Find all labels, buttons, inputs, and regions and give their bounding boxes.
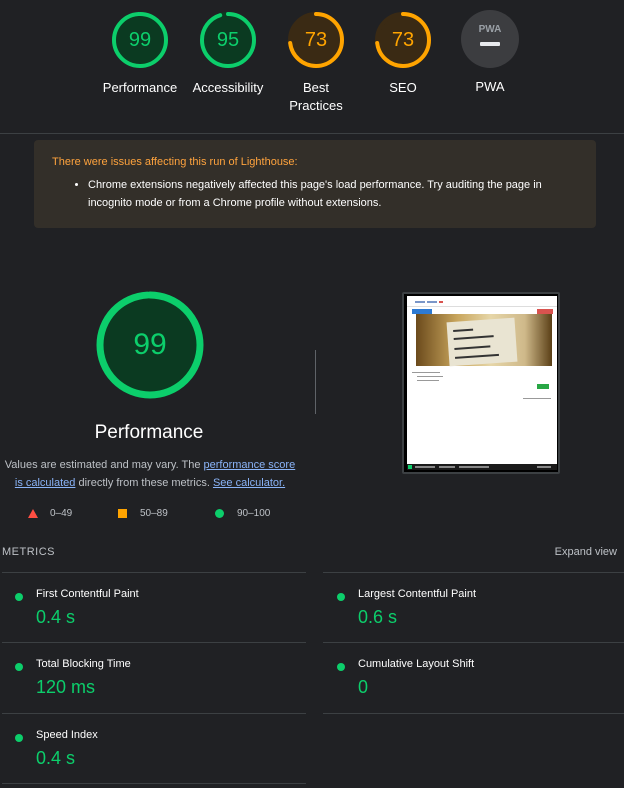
- metric-divider: [2, 713, 306, 714]
- header-divider: [0, 133, 624, 134]
- metric-name: First Contentful Paint: [36, 588, 139, 600]
- pwa-label: PWA: [475, 79, 505, 94]
- accessibility-score: 95: [216, 29, 240, 51]
- metric-divider: [323, 572, 624, 573]
- expand-view-toggle[interactable]: Expand view: [555, 546, 617, 558]
- performance-score: 99: [128, 29, 152, 51]
- best-practices-score-ring: 73: [286, 10, 346, 70]
- score-legend: 0–49 50–89 90–100: [0, 506, 298, 522]
- metric-lcp: Largest Contentful Paint 0.6 s: [324, 587, 614, 647]
- category-gauges: 99 Performance 95 Accessibility 73 Best P…: [0, 0, 624, 133]
- pass-circle-icon: [15, 734, 23, 742]
- performance-title: Performance: [94, 422, 204, 443]
- metric-value: 0: [358, 677, 369, 697]
- pass-circle-icon: [337, 593, 345, 601]
- legend-pass: 90–100: [237, 508, 271, 519]
- metric-fcp: First Contentful Paint 0.4 s: [2, 587, 292, 647]
- metric-value: 0.4 s: [36, 607, 76, 627]
- best-practices-score: 73: [304, 29, 328, 51]
- metric-divider: [2, 642, 306, 643]
- metric-cls: Cumulative Layout Shift 0: [324, 657, 614, 717]
- average-square-icon: [118, 509, 127, 518]
- metric-name: Total Blocking Time: [36, 658, 131, 670]
- metric-name: Cumulative Layout Shift: [358, 658, 475, 670]
- warning-item: Chrome extensions negatively affected th…: [88, 176, 578, 212]
- metric-value: 120 ms: [36, 677, 96, 697]
- screenshot-taskbar: [407, 464, 557, 470]
- desc-prefix: Values are estimated and may vary. The: [4, 459, 204, 471]
- pwa-badge-text: PWA: [478, 24, 502, 35]
- pass-circle-icon: [337, 663, 345, 671]
- metric-divider: [2, 572, 306, 573]
- seo-score-ring: 73: [373, 10, 433, 70]
- screenshot-page: [407, 296, 557, 470]
- legend-average: 50–89: [140, 508, 168, 519]
- screenshot-note: [446, 317, 518, 367]
- performance-score-ring: 99: [110, 10, 170, 70]
- pwa-dash-icon: [480, 42, 500, 46]
- fail-triangle-icon: [28, 509, 38, 518]
- accessibility-score-ring: 95: [198, 10, 258, 70]
- metric-divider: [323, 642, 624, 643]
- pwa-badge-icon: PWA: [461, 10, 519, 68]
- performance-description: Values are estimated and may vary. The p…: [2, 456, 298, 492]
- final-screenshot-thumbnail[interactable]: [402, 292, 560, 474]
- performance-big-gauge: 99: [95, 290, 205, 400]
- metric-value: 0.6 s: [358, 607, 398, 627]
- metric-tbt: Total Blocking Time 120 ms: [2, 657, 292, 717]
- warning-title: There were issues affecting this run of …: [52, 156, 298, 168]
- metrics-title: METRICS: [2, 546, 55, 558]
- vertical-separator: [315, 350, 316, 414]
- metrics-header: METRICS Expand view: [2, 546, 622, 562]
- gauge-pwa[interactable]: PWA PWA: [435, 10, 545, 96]
- see-calculator-link[interactable]: See calculator.: [213, 477, 285, 489]
- lighthouse-warning-box: There were issues affecting this run of …: [34, 140, 596, 228]
- metric-name: Speed Index: [36, 729, 98, 741]
- screenshot-photo: [416, 314, 552, 367]
- pass-circle-icon: [15, 593, 23, 601]
- metric-divider: [2, 783, 306, 784]
- metric-value: 0.4 s: [36, 748, 76, 768]
- legend-fail: 0–49: [50, 508, 73, 519]
- warning-list: Chrome extensions negatively affected th…: [52, 176, 578, 212]
- metric-name: Largest Contentful Paint: [358, 588, 477, 600]
- pass-circle-icon: [15, 663, 23, 671]
- performance-big-score: 99: [133, 328, 167, 361]
- metric-divider: [323, 713, 624, 714]
- metric-speed-index: Speed Index 0.4 s: [2, 728, 292, 788]
- screenshot-topbar: [407, 298, 557, 307]
- screenshot-green-button: [537, 384, 549, 389]
- seo-score: 73: [391, 29, 415, 51]
- desc-middle: directly from these metrics.: [75, 477, 213, 489]
- pass-circle-icon: [215, 509, 224, 518]
